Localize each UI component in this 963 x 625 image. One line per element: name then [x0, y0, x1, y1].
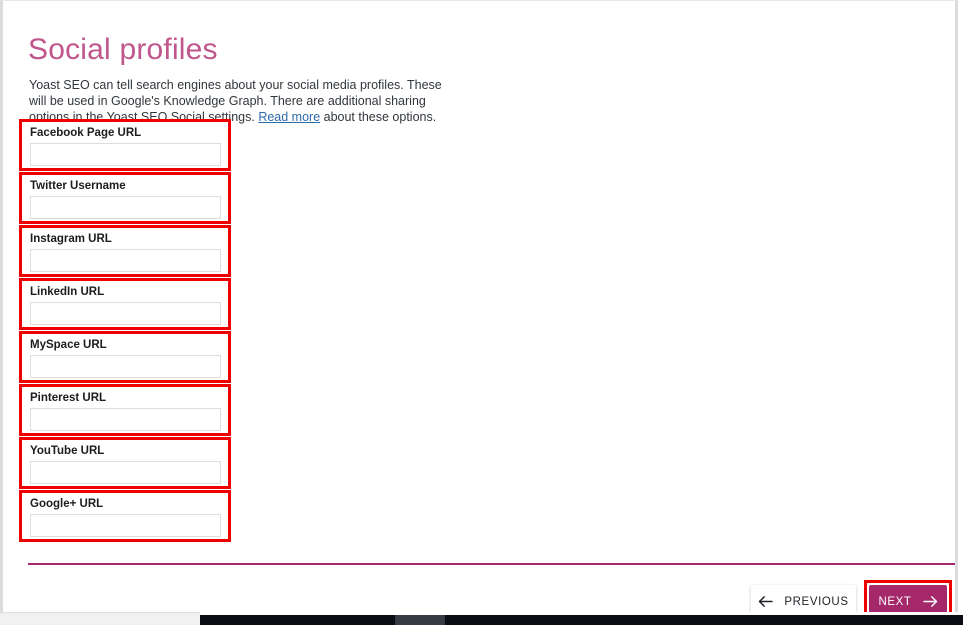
field-label-myspace-url: MySpace URL — [30, 338, 220, 352]
field-label-instagram-url: Instagram URL — [30, 232, 220, 246]
field-label-youtube-url: YouTube URL — [30, 444, 220, 458]
field-group-instagram-url: Instagram URL — [19, 225, 231, 277]
next-button[interactable]: NEXT — [869, 585, 947, 612]
input-youtube-url[interactable] — [30, 461, 221, 484]
field-group-pinterest-url: Pinterest URL — [19, 384, 231, 436]
page-title: Social profiles — [28, 32, 218, 68]
social-profiles-form: Facebook Page URL Twitter Username Insta… — [19, 119, 231, 543]
read-more-link[interactable]: Read more — [258, 110, 320, 124]
input-instagram-url[interactable] — [30, 249, 221, 272]
field-group-myspace-url: MySpace URL — [19, 331, 231, 383]
previous-button[interactable]: PREVIOUS — [751, 585, 856, 612]
input-twitter-username[interactable] — [30, 196, 221, 219]
field-label-twitter-username: Twitter Username — [30, 179, 220, 193]
description-text-part2: about these options. — [320, 110, 436, 124]
field-group-googleplus-url: Google+ URL — [19, 490, 231, 542]
field-label-facebook-page-url: Facebook Page URL — [30, 126, 220, 140]
input-facebook-page-url[interactable] — [30, 143, 221, 166]
taskbar-dark-region — [200, 615, 963, 625]
input-pinterest-url[interactable] — [30, 408, 221, 431]
screenshot-root: Social profiles Yoast SEO can tell searc… — [0, 0, 963, 625]
os-taskbar — [0, 612, 963, 625]
page-description: Yoast SEO can tell search engines about … — [29, 77, 449, 126]
wizard-content-panel: Social profiles Yoast SEO can tell searc… — [0, 0, 958, 612]
field-label-pinterest-url: Pinterest URL — [30, 391, 220, 405]
taskbar-left-region — [0, 612, 200, 625]
field-group-linkedin-url: LinkedIn URL — [19, 278, 231, 330]
footer-divider — [28, 563, 958, 565]
field-group-twitter-username: Twitter Username — [19, 172, 231, 224]
arrow-left-icon — [758, 595, 773, 608]
arrow-right-icon — [923, 595, 938, 608]
previous-button-label: PREVIOUS — [784, 596, 848, 608]
taskbar-active-window-segment[interactable] — [395, 615, 445, 625]
input-myspace-url[interactable] — [30, 355, 221, 378]
next-button-label: NEXT — [878, 596, 911, 608]
field-label-linkedin-url: LinkedIn URL — [30, 285, 220, 299]
field-label-googleplus-url: Google+ URL — [30, 497, 220, 511]
input-linkedin-url[interactable] — [30, 302, 221, 325]
field-group-facebook-page-url: Facebook Page URL — [19, 119, 231, 171]
next-button-annotation: NEXT — [864, 580, 952, 612]
field-group-youtube-url: YouTube URL — [19, 437, 231, 489]
input-googleplus-url[interactable] — [30, 514, 221, 537]
